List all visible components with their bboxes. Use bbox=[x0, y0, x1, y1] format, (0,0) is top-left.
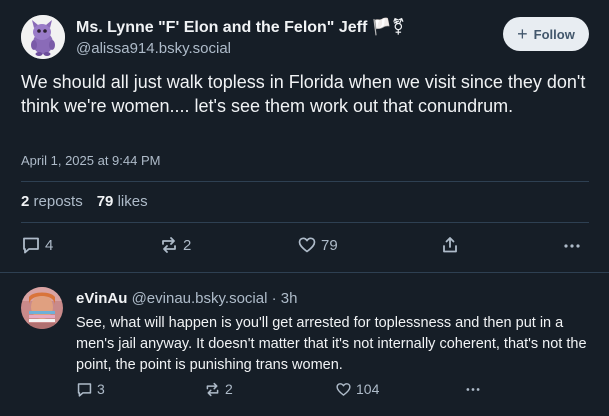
reply-repost-count: 2 bbox=[225, 381, 233, 397]
main-post: Ms. Lynne "F' Elon and the Felon" Jeff 🏳… bbox=[0, 0, 609, 273]
share-button[interactable] bbox=[440, 233, 460, 257]
reply-separator: · bbox=[271, 290, 277, 307]
follow-label: Follow bbox=[533, 26, 575, 42]
reply-reply-count: 3 bbox=[97, 381, 105, 397]
repost-button[interactable]: 2 bbox=[159, 233, 191, 257]
reply-post[interactable]: eVinAu @evinau.bsky.social · 3h See, wha… bbox=[0, 273, 609, 416]
heart-icon bbox=[298, 237, 316, 253]
likes-stat[interactable]: 79 likes bbox=[97, 193, 148, 210]
like-button[interactable]: 79 bbox=[297, 233, 338, 257]
heart-icon bbox=[336, 382, 351, 396]
repost-icon bbox=[162, 237, 176, 253]
reply-author-handle[interactable]: @evinau.bsky.social bbox=[132, 290, 268, 307]
reply-text: See, what will happen is you'll get arre… bbox=[76, 315, 587, 373]
divider bbox=[21, 222, 589, 223]
repost-count: 2 bbox=[183, 236, 192, 254]
author-avatar[interactable] bbox=[21, 15, 65, 59]
more-options-button[interactable] bbox=[562, 233, 582, 257]
reply-author-avatar[interactable] bbox=[21, 287, 63, 329]
divider bbox=[21, 181, 589, 182]
share-icon bbox=[443, 237, 457, 253]
repost-icon bbox=[206, 382, 219, 396]
avatar-purple-creature-icon bbox=[21, 15, 65, 59]
more-icon bbox=[564, 244, 580, 248]
comment-icon bbox=[23, 237, 39, 254]
post-actions: 4 2 79 bbox=[0, 233, 609, 257]
author-name[interactable]: Ms. Lynne "F' Elon and the Felon" Jeff 🏳… bbox=[76, 17, 405, 37]
author-handle[interactable]: @alissa914.bsky.social bbox=[76, 40, 231, 57]
follow-button[interactable]: + Follow bbox=[503, 17, 589, 51]
reply-author-name[interactable]: eVinAu bbox=[76, 290, 127, 307]
reply-repost-button[interactable]: 2 bbox=[204, 379, 233, 399]
reply-header: eVinAu @evinau.bsky.social · 3h bbox=[76, 290, 297, 307]
more-icon bbox=[466, 387, 480, 391]
avatar-portrait-icon bbox=[21, 287, 63, 329]
comment-icon bbox=[77, 382, 92, 397]
reply-button[interactable]: 4 bbox=[21, 233, 53, 257]
reply-more-options-button[interactable] bbox=[464, 379, 482, 399]
post-text: We should all just walk topless in Flori… bbox=[21, 72, 586, 116]
like-count: 79 bbox=[321, 236, 338, 254]
reply-age[interactable]: 3h bbox=[281, 290, 298, 307]
reply-actions: 3 2 104 bbox=[0, 379, 609, 399]
reply-like-button[interactable]: 104 bbox=[335, 379, 379, 399]
post-stats: 2 reposts 79 likes bbox=[21, 193, 148, 210]
reposts-stat[interactable]: 2 reposts bbox=[21, 193, 83, 210]
post-timestamp[interactable]: April 1, 2025 at 9:44 PM bbox=[21, 153, 160, 168]
reply-reply-button[interactable]: 3 bbox=[76, 379, 105, 399]
reply-like-count: 104 bbox=[356, 381, 380, 397]
plus-icon: + bbox=[517, 24, 528, 44]
reply-count: 4 bbox=[45, 236, 54, 254]
